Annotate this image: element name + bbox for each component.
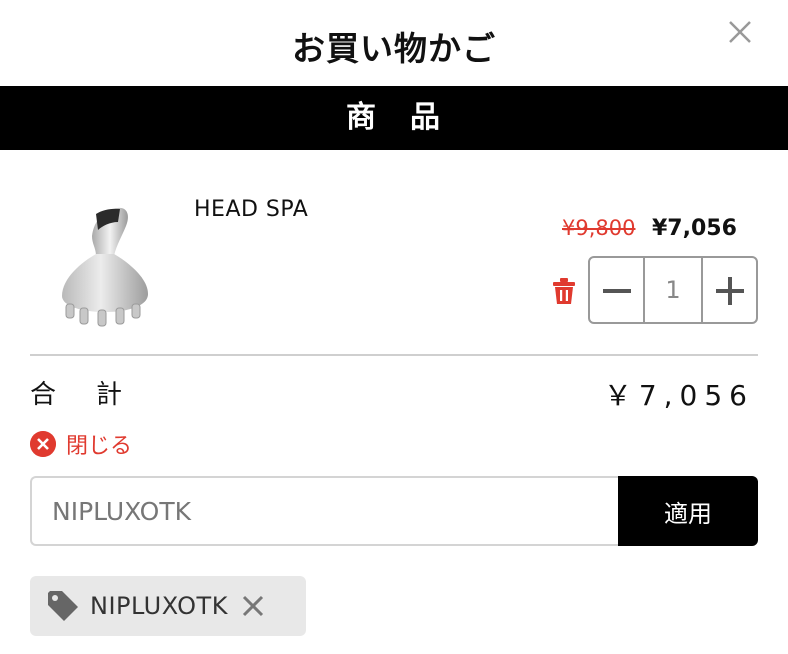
minus-icon — [603, 289, 631, 293]
applied-coupon-code: NIPLUXOTK — [90, 592, 228, 620]
cart-title: お買い物かご — [292, 29, 496, 68]
applied-coupon-tag: NIPLUXOTK — [30, 576, 306, 636]
decrease-quantity-button[interactable] — [590, 258, 645, 322]
close-circle-icon — [30, 431, 56, 457]
coupon-code-input[interactable] — [30, 476, 620, 546]
increase-quantity-button[interactable] — [701, 258, 756, 322]
divider — [30, 354, 758, 356]
cart-header: お買い物かご — [0, 0, 788, 86]
products-section-header: 商 品 — [0, 86, 788, 150]
quantity-stepper: 1 — [588, 256, 758, 324]
sale-price: ¥7,056 — [652, 216, 737, 241]
product-name[interactable]: HEAD SPA — [194, 197, 308, 222]
remove-coupon-icon[interactable] — [240, 593, 266, 619]
trash-icon[interactable] — [552, 277, 576, 305]
apply-coupon-button[interactable]: 適用 — [618, 476, 758, 546]
tag-icon — [48, 591, 78, 621]
close-icon[interactable] — [722, 14, 758, 50]
close-coupon-label: 閉じる — [66, 434, 133, 459]
total-label: 合計 — [30, 380, 125, 410]
product-image[interactable] — [52, 200, 156, 330]
quantity-value[interactable]: 1 — [645, 258, 701, 322]
close-coupon-link[interactable]: 閉じる — [30, 429, 132, 459]
original-price: ¥9,800 — [562, 216, 636, 240]
total-value: ￥7,056 — [603, 379, 754, 412]
